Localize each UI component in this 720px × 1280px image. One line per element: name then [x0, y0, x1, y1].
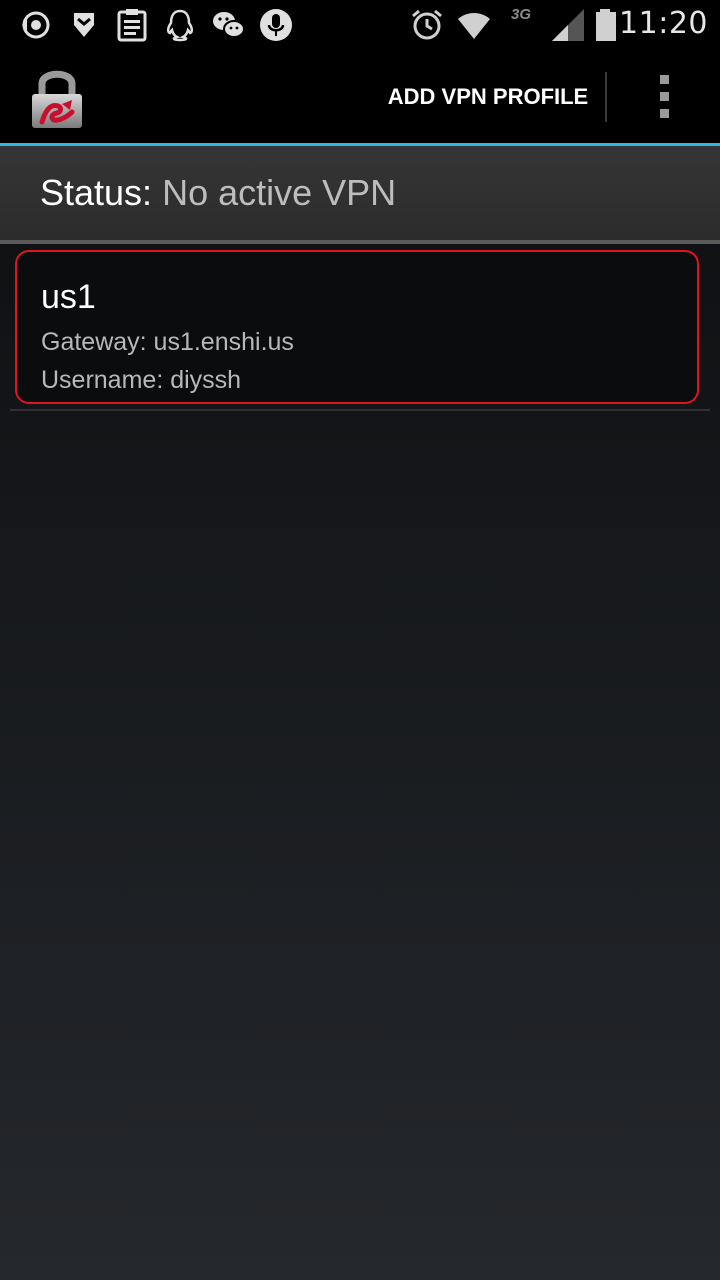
- sync-icon: [18, 7, 54, 43]
- profile-username: Username: diyssh: [41, 366, 242, 394]
- status-label: Status:: [40, 172, 153, 213]
- status-value: No active VPN: [162, 172, 397, 213]
- vpn-status-line: Status: No active VPN: [40, 172, 396, 214]
- signal-icon: [550, 7, 586, 43]
- system-status-bar: 3G 11:20: [0, 0, 720, 50]
- vpn-profile-item[interactable]: us1 Gateway: us1.enshi.us Username: diys…: [15, 250, 699, 404]
- shield-icon: [66, 7, 102, 43]
- microphone-icon: [258, 7, 294, 43]
- wechat-icon: [210, 7, 246, 43]
- list-divider: [10, 409, 710, 411]
- qq-icon: [162, 7, 198, 43]
- overflow-menu-icon[interactable]: [634, 50, 694, 143]
- clipboard-icon: [114, 7, 150, 43]
- profile-gateway: Gateway: us1.enshi.us: [41, 328, 294, 356]
- alarm-icon: [409, 7, 445, 43]
- add-vpn-profile-button[interactable]: ADD VPN PROFILE: [372, 50, 604, 143]
- lock-icon[interactable]: [28, 66, 86, 130]
- action-divider: [605, 72, 607, 122]
- action-bar: ADD VPN PROFILE: [0, 50, 720, 146]
- wifi-icon: [456, 7, 492, 43]
- network-type-label: 3G: [511, 6, 532, 23]
- vpn-status-panel: Status: No active VPN: [0, 146, 720, 244]
- profile-name: us1: [41, 278, 96, 316]
- clock-time: 11:20: [619, 6, 708, 41]
